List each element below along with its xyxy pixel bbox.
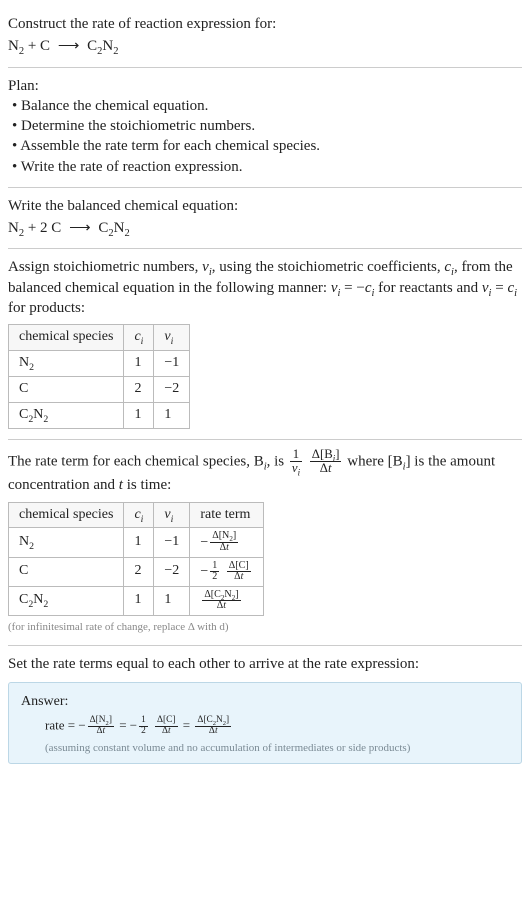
cell-species: C — [9, 376, 124, 402]
cell-nui: 1 — [154, 586, 190, 615]
cell-ci: 1 — [124, 402, 154, 428]
plan-step: Assemble the rate term for each chemical… — [12, 136, 522, 156]
divider — [8, 248, 522, 249]
rateterm-section: The rate term for each chemical species,… — [8, 442, 522, 643]
cell-nui: −2 — [154, 557, 190, 586]
rateterm-caption: (for infinitesimal rate of change, repla… — [8, 620, 522, 635]
answer-label: Answer: — [21, 693, 509, 712]
cell-nui: −1 — [154, 350, 190, 376]
cell-species: C — [9, 557, 124, 586]
col-nui: νi — [154, 502, 190, 528]
cell-ci: 1 — [124, 586, 154, 615]
prompt-section: Construct the rate of reaction expressio… — [8, 8, 522, 65]
divider — [8, 67, 522, 68]
cell-nui: −1 — [154, 528, 190, 557]
rateterm-text: The rate term for each chemical species,… — [8, 448, 522, 496]
assign-text: Assign stoichiometric numbers, νi, using… — [8, 257, 522, 318]
unbalanced-equation: N2 + C ⟶ C2N2 — [8, 36, 522, 56]
cell-species: N2 — [9, 528, 124, 557]
plan-step: Write the rate of reaction expression. — [12, 157, 522, 177]
col-species: chemical species — [9, 502, 124, 528]
col-ci: ci — [124, 325, 154, 351]
col-species: chemical species — [9, 325, 124, 351]
answer-assumption: (assuming constant volume and no accumul… — [21, 741, 509, 756]
plan-heading: Plan: — [8, 76, 522, 96]
divider — [8, 187, 522, 188]
assign-section: Assign stoichiometric numbers, νi, using… — [8, 251, 522, 436]
divider — [8, 645, 522, 646]
cell-species: C2N2 — [9, 586, 124, 615]
col-rateterm: rate term — [190, 502, 263, 528]
plan-steps-list: Balance the chemical equation.Determine … — [8, 96, 522, 177]
rate-expression: rate = −Δ[N2]Δt = −12 Δ[C]Δt = Δ[C2N2]Δt — [21, 716, 509, 737]
balanced-section: Write the balanced chemical equation: N2… — [8, 190, 522, 247]
cell-ci: 1 — [124, 350, 154, 376]
divider — [8, 439, 522, 440]
plan-section: Plan: Balance the chemical equation.Dete… — [8, 70, 522, 185]
table-row: C2−2 — [9, 376, 190, 402]
plan-step: Determine the stoichiometric numbers. — [12, 116, 522, 136]
table-row: C2−2−12 Δ[C]Δt — [9, 557, 264, 586]
conclude-section: Set the rate terms equal to each other t… — [8, 648, 522, 773]
cell-ci: 2 — [124, 557, 154, 586]
table-row: C2N211Δ[C2N2]Δt — [9, 586, 264, 615]
prompt-text: Construct the rate of reaction expressio… — [8, 14, 522, 34]
cell-nui: −2 — [154, 376, 190, 402]
col-ci: ci — [124, 502, 154, 528]
col-nui: νi — [154, 325, 190, 351]
balanced-equation: N2 + 2 C ⟶ C2N2 — [8, 218, 522, 238]
answer-box: Answer: rate = −Δ[N2]Δt = −12 Δ[C]Δt = Δ… — [8, 682, 522, 764]
cell-ci: 1 — [124, 528, 154, 557]
cell-ci: 2 — [124, 376, 154, 402]
cell-rateterm: −Δ[N2]Δt — [190, 528, 263, 557]
table-row: C2N211 — [9, 402, 190, 428]
cell-rateterm: −12 Δ[C]Δt — [190, 557, 263, 586]
cell-rateterm: Δ[C2N2]Δt — [190, 586, 263, 615]
rateterm-table: chemical speciesciνirate termN21−1−Δ[N2]… — [8, 502, 264, 616]
cell-species: N2 — [9, 350, 124, 376]
cell-species: C2N2 — [9, 402, 124, 428]
table-row: N21−1−Δ[N2]Δt — [9, 528, 264, 557]
table-row: N21−1 — [9, 350, 190, 376]
plan-step: Balance the chemical equation. — [12, 96, 522, 116]
conclude-heading: Set the rate terms equal to each other t… — [8, 654, 522, 674]
cell-nui: 1 — [154, 402, 190, 428]
stoich-table: chemical speciesciνiN21−1C2−2C2N211 — [8, 324, 190, 429]
balanced-heading: Write the balanced chemical equation: — [8, 196, 522, 216]
